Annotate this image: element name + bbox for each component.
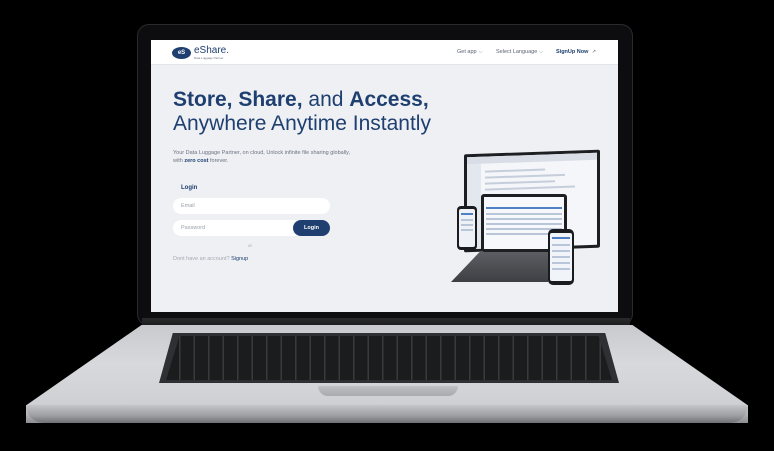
laptop-front-edge [26, 405, 748, 423]
description-line1: Your Data Luggage Partner, on cloud, Unl… [173, 150, 351, 156]
description-with: with [173, 158, 185, 164]
eshare-logo-icon[interactable]: eS [172, 47, 191, 59]
small-laptop-base-image [451, 252, 561, 282]
no-account-text: Dont have an account? [173, 256, 232, 262]
headline-store-share: Store, Share, [173, 88, 303, 111]
phone-right-image [548, 229, 574, 285]
or-divider: or [248, 243, 253, 248]
signup-prompt: Dont have an account? Signup [173, 256, 248, 262]
description-forever: forever. [208, 158, 229, 164]
hero-description: Your Data Luggage Partner, on cloud, Unl… [173, 149, 423, 165]
chevron-down-icon: ⌵ [539, 49, 544, 55]
get-app-menu[interactable]: Get app ⌵ [457, 49, 482, 55]
get-app-label: Get app [457, 49, 477, 55]
chevron-down-icon: ⌵ [478, 49, 483, 55]
hero-headline: Store, Share, and Access, Anywhere Anyti… [173, 88, 503, 136]
login-heading: Login [181, 185, 198, 191]
headline-and: and [302, 88, 350, 111]
keyboard-keys [166, 336, 612, 380]
headline-access: Access, [349, 88, 429, 111]
phone-left-image [457, 206, 477, 250]
headline-line2: Anywhere Anytime Instantly [173, 112, 431, 135]
login-button[interactable]: Login [293, 220, 330, 236]
external-arrow-icon: ↗ [591, 49, 597, 55]
select-language-label: Select Language [496, 49, 538, 55]
signup-link[interactable]: Signup [231, 256, 248, 262]
email-field[interactable] [173, 198, 330, 214]
devices-illustration [441, 148, 606, 288]
signup-now-label: SignUp Now [556, 49, 589, 55]
signup-now-link[interactable]: SignUp Now ↗ [556, 49, 596, 55]
select-language-menu[interactable]: Select Language ⌵ [496, 49, 543, 55]
touchpad [318, 386, 458, 396]
description-zero-cost: zero cost [184, 158, 209, 164]
brand-name[interactable]: eShare. [194, 45, 229, 56]
brand-tagline: Data Luggage Partner [194, 56, 224, 60]
top-navbar: eS eShare. Data Luggage Partner Get app ⌵… [151, 40, 618, 65]
laptop-screen: eS eShare. Data Luggage Partner Get app ⌵… [151, 40, 618, 312]
